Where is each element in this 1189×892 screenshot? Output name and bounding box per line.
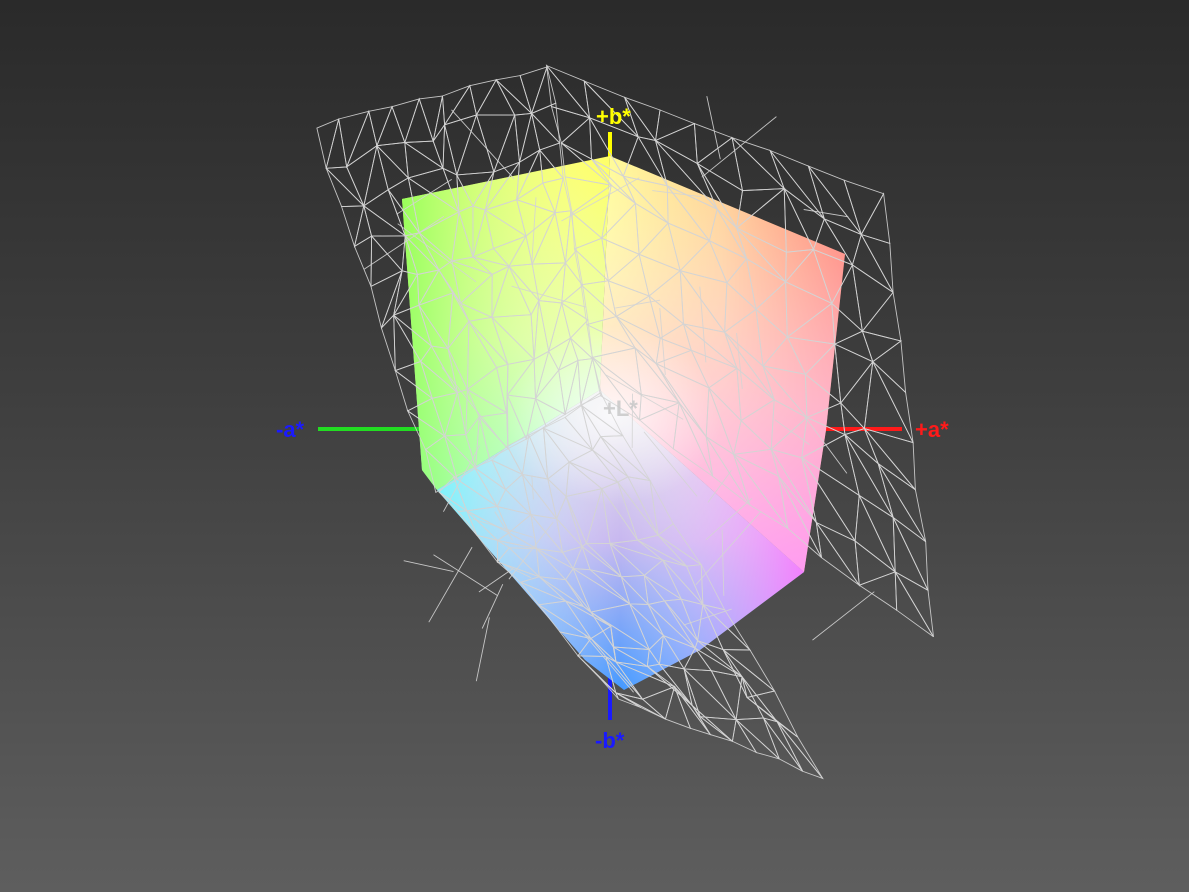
wireframe-triangle [418,95,444,143]
wireframe-triangle [376,144,410,191]
gamut-solid [402,156,845,690]
wireframe-triangle [443,84,478,126]
wireframe-edge [706,96,721,160]
wireframe-triangle [851,263,894,333]
wireframe-triangle [370,269,403,330]
wireframe-triangle [840,360,874,430]
wireframe-triangle [380,314,396,371]
wireframe-edge [433,554,498,596]
wireframe-triangle [353,235,373,287]
plus-b-axis-label: +b* [596,104,631,129]
wireframe-triangle [456,113,495,176]
wireframe-triangle [815,522,860,586]
plus-a-axis-label: +a* [915,417,949,442]
wireframe-edge [481,584,504,629]
wireframe-triangle [338,110,370,169]
wireframe-triangle [325,167,365,208]
wireframe-edge [812,591,875,641]
minus-b-axis-label: -b* [595,728,625,753]
wireframe-edge [478,568,514,593]
wireframe-triangle [861,330,902,363]
wireframe-triangle [696,136,744,192]
wireframe-triangle [325,118,348,169]
wireframe-triangle [560,116,592,160]
wireframe-triangle [376,105,406,147]
gamut-3d-view[interactable]: +b* -b* +a* -a* +L* [0,0,1189,892]
wireframe-triangle [735,719,780,760]
gamut-viewer[interactable]: +b* -b* +a* -a* +L* [0,0,1189,892]
wireframe-triangle [697,640,743,678]
wireframe-triangle [654,109,696,142]
wireframe-triangle [363,204,407,237]
wireframe-triangle [834,343,874,405]
wireframe-triangle [731,718,758,754]
wireframe-triangle [404,141,445,179]
wireframe-edge [428,546,473,623]
wireframe-triangle [340,205,365,249]
wireframe-triangle [854,540,897,586]
wireframe-triangle [731,136,786,192]
wireframe-triangle [861,291,902,342]
wireframe-triangle [469,79,498,117]
wireframe-triangle [858,571,898,612]
wireframe-triangle [854,493,896,573]
wireframe-triangle [368,106,393,148]
wireframe-triangle [843,179,885,236]
wireframe-triangle [844,428,879,464]
wireframe-triangle [851,233,894,293]
minus-a-axis-label: -a* [276,417,305,442]
wireframe-triangle [475,78,516,116]
wireframe-triangle [769,150,825,220]
wireframe-triangle [345,109,378,169]
wireframe-triangle [550,105,591,144]
wireframe-triangle [514,112,533,163]
plus-l-axis-label: +L* [603,396,638,421]
wireframe-triangle [530,102,561,145]
wireframe-triangle [691,705,733,742]
wireframe-triangle [683,668,738,721]
wireframe-triangle [741,676,779,723]
wireframe-triangle [444,114,478,177]
wireframe-edge [803,209,849,218]
wireframe-triangle [391,98,420,144]
wireframe-triangle [404,97,434,143]
wireframe-triangle [877,463,927,543]
wireframe-edge [451,109,515,180]
